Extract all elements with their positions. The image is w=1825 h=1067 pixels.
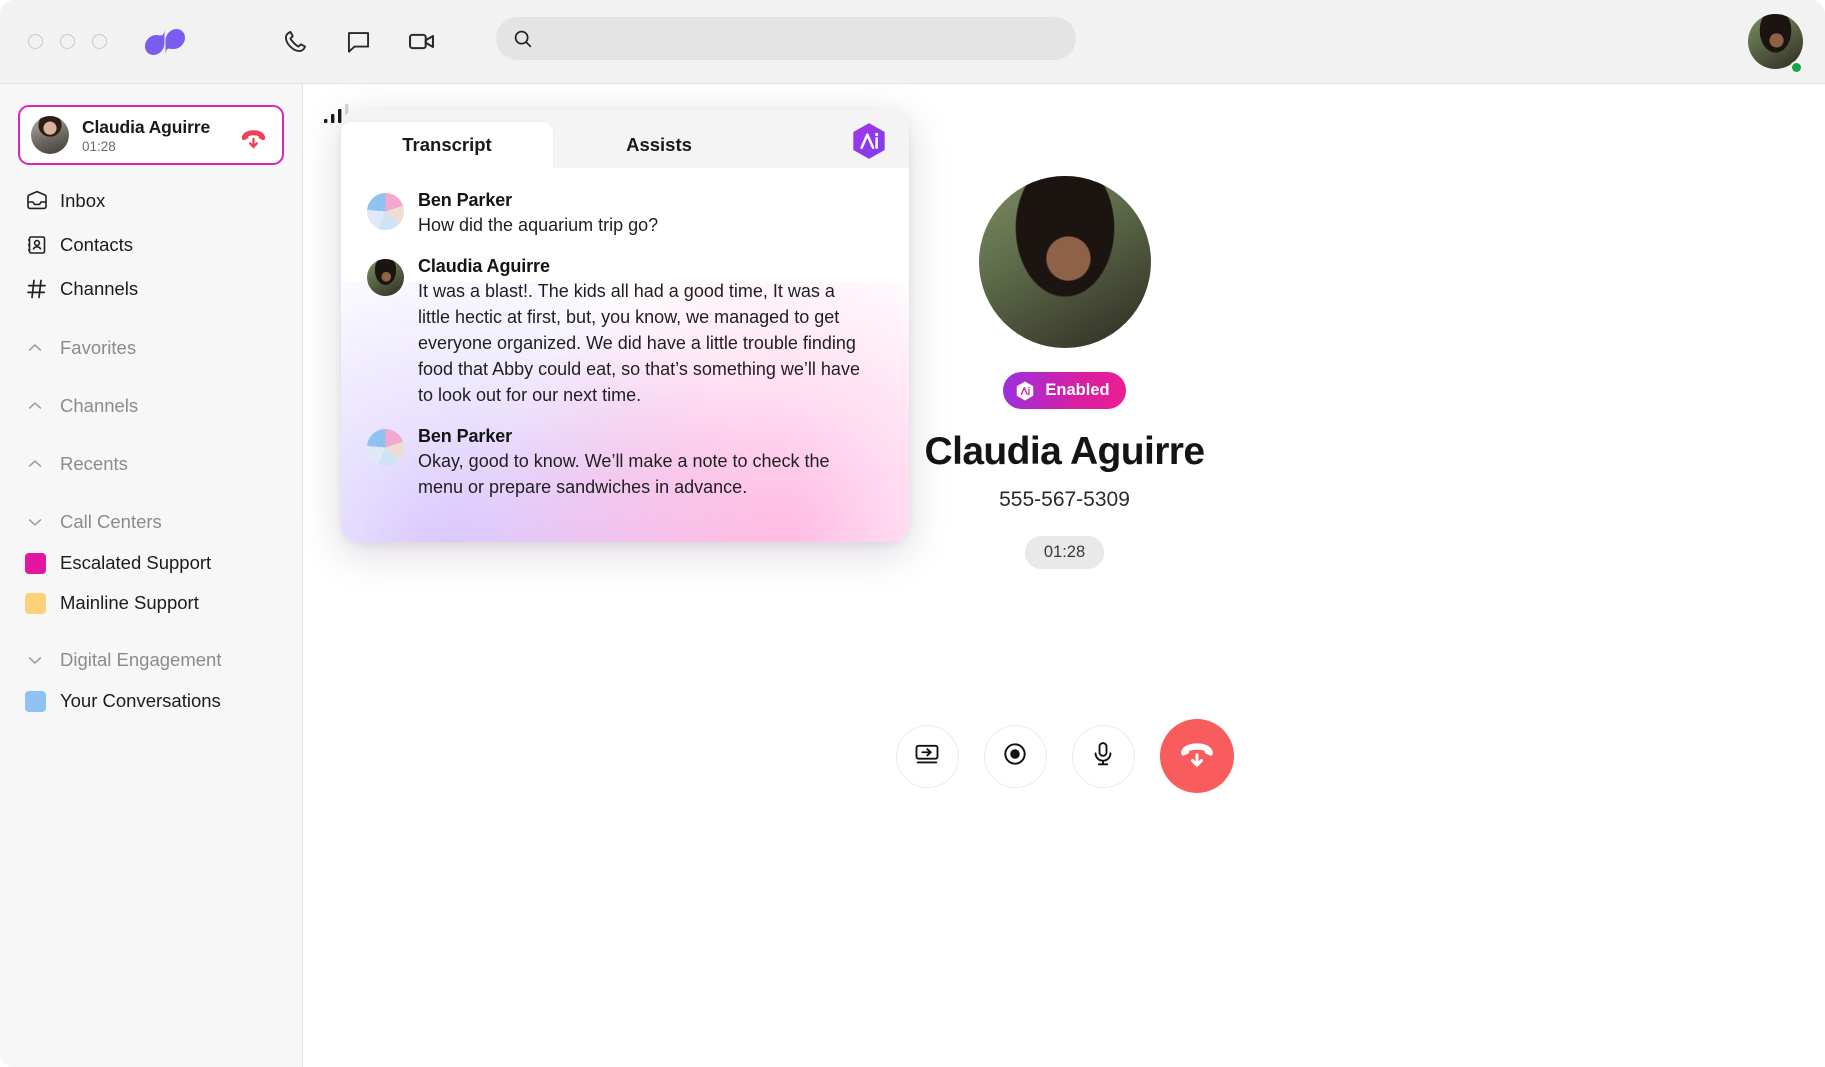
app-window: Claudia Aguirre 01:28 Inbox Contacts Cha… xyxy=(0,0,1825,1067)
color-swatch xyxy=(25,552,46,574)
ai-status-badge: Enabled xyxy=(1003,372,1126,409)
transcript-message: Ben Parker How did the aquarium trip go? xyxy=(367,190,883,238)
minimize-window-button[interactable] xyxy=(60,34,75,49)
message-text: How did the aquarium trip go? xyxy=(418,215,659,235)
close-window-button[interactable] xyxy=(28,34,43,49)
page-title: Claudia Aguirre xyxy=(924,430,1206,473)
sidebar-section-call-centers[interactable]: Call Centers xyxy=(0,501,302,543)
sidebar-item-channels[interactable]: Channels xyxy=(0,267,302,311)
active-call-card[interactable]: Claudia Aguirre 01:28 xyxy=(18,105,284,165)
message-speaker: Claudia Aguirre xyxy=(418,256,550,276)
message-icon[interactable] xyxy=(339,23,377,61)
status-badge xyxy=(1790,61,1803,74)
avatar xyxy=(367,193,404,230)
sidebar-item-your-conversations[interactable]: Your Conversations xyxy=(0,681,302,721)
video-camera-icon[interactable] xyxy=(402,23,440,61)
sidebar-item-label: Channels xyxy=(60,278,139,299)
chevron-up-icon xyxy=(25,338,51,358)
message-speaker: Ben Parker xyxy=(418,190,513,210)
mute-button[interactable] xyxy=(1071,724,1135,788)
sidebar-section-channels[interactable]: Channels xyxy=(0,385,302,427)
sidebar-item-contacts[interactable]: Contacts xyxy=(0,223,302,267)
tab-label: Transcript xyxy=(402,134,492,155)
message-speaker: Ben Parker xyxy=(418,426,513,446)
sidebar-nav: Inbox Contacts Channels xyxy=(0,179,302,311)
ai-hexagon-icon xyxy=(1014,380,1036,402)
color-swatch xyxy=(25,592,46,614)
contact-avatar xyxy=(978,176,1151,348)
hang-up-icon[interactable] xyxy=(239,125,268,156)
sidebar-section-label: Call Centers xyxy=(60,511,162,532)
color-swatch xyxy=(25,690,46,712)
sidebar-section-favorites[interactable]: Favorites xyxy=(0,327,302,369)
tab-label: Assists xyxy=(626,134,692,155)
sidebar-item-label: Your Conversations xyxy=(60,690,221,711)
chevron-down-icon xyxy=(25,512,51,532)
search-input[interactable] xyxy=(496,17,1076,60)
transcript-message: Ben Parker Okay, good to know. We’ll mak… xyxy=(367,426,883,500)
tab-transcript[interactable]: Transcript xyxy=(341,122,553,168)
call-duration-pill: 01:28 xyxy=(1024,536,1105,569)
end-call-button[interactable] xyxy=(1159,719,1234,793)
contacts-icon xyxy=(25,233,51,257)
avatar xyxy=(31,116,69,154)
window-traffic-lights xyxy=(28,34,107,49)
maximize-window-button[interactable] xyxy=(92,34,107,49)
chevron-up-icon xyxy=(25,454,51,474)
inbox-icon xyxy=(25,189,51,213)
transcript-message: Claudia Aguirre It was a blast!. The kid… xyxy=(367,256,883,408)
sidebar-item-mainline-support[interactable]: Mainline Support xyxy=(0,583,302,623)
chevron-up-icon xyxy=(25,396,51,416)
record-call-button[interactable] xyxy=(983,724,1047,788)
tab-assists[interactable]: Assists xyxy=(553,122,765,168)
sidebar-section-label: Digital Engagement xyxy=(60,649,222,670)
transcript-panel: Transcript Assists Ben Parker How did th… xyxy=(341,110,909,542)
sidebar-item-label: Mainline Support xyxy=(60,592,199,613)
sidebar-section-recents[interactable]: Recents xyxy=(0,443,302,485)
hash-icon xyxy=(25,277,51,301)
message-text: Okay, good to know. We’ll make a note to… xyxy=(418,451,830,497)
sidebar: Claudia Aguirre 01:28 Inbox Contacts Cha… xyxy=(0,84,303,1067)
message-text: It was a blast!. The kids all had a good… xyxy=(418,281,860,405)
screen-transfer-icon xyxy=(913,740,941,773)
record-circle-icon xyxy=(1001,740,1029,773)
chevron-down-icon xyxy=(25,650,51,670)
avatar xyxy=(367,429,404,466)
sidebar-item-escalated-support[interactable]: Escalated Support xyxy=(0,543,302,583)
contact-phone-number: 555-567-5309 xyxy=(999,488,1130,511)
sidebar-item-label: Inbox xyxy=(60,190,106,211)
transfer-call-button[interactable] xyxy=(895,724,959,788)
sidebar-item-inbox[interactable]: Inbox xyxy=(0,179,302,223)
call-controls xyxy=(304,719,1825,793)
sidebar-item-label: Escalated Support xyxy=(60,552,212,573)
active-call-duration: 01:28 xyxy=(82,138,116,154)
title-bar xyxy=(0,0,1825,84)
avatar xyxy=(367,259,404,296)
search-container xyxy=(496,17,1076,60)
titlebar-actions xyxy=(276,23,440,61)
active-call-name: Claudia Aguirre xyxy=(82,116,211,137)
ai-hexagon-icon[interactable] xyxy=(849,121,889,166)
sidebar-item-label: Contacts xyxy=(60,234,134,255)
ai-status-label: Enabled xyxy=(1045,381,1110,399)
sidebar-section-label: Channels xyxy=(60,395,139,416)
search-icon xyxy=(512,28,534,55)
transcript-messages: Ben Parker How did the aquarium trip go?… xyxy=(341,168,909,500)
phone-icon[interactable] xyxy=(276,23,314,61)
sidebar-section-label: Recents xyxy=(60,453,128,474)
hang-up-icon xyxy=(1178,737,1216,776)
dialpad-logo-icon xyxy=(144,25,186,59)
microphone-icon xyxy=(1089,740,1117,773)
sidebar-section-digital-engagement[interactable]: Digital Engagement xyxy=(0,639,302,681)
sidebar-section-label: Favorites xyxy=(60,337,137,358)
transcript-tabs: Transcript Assists xyxy=(341,110,909,168)
